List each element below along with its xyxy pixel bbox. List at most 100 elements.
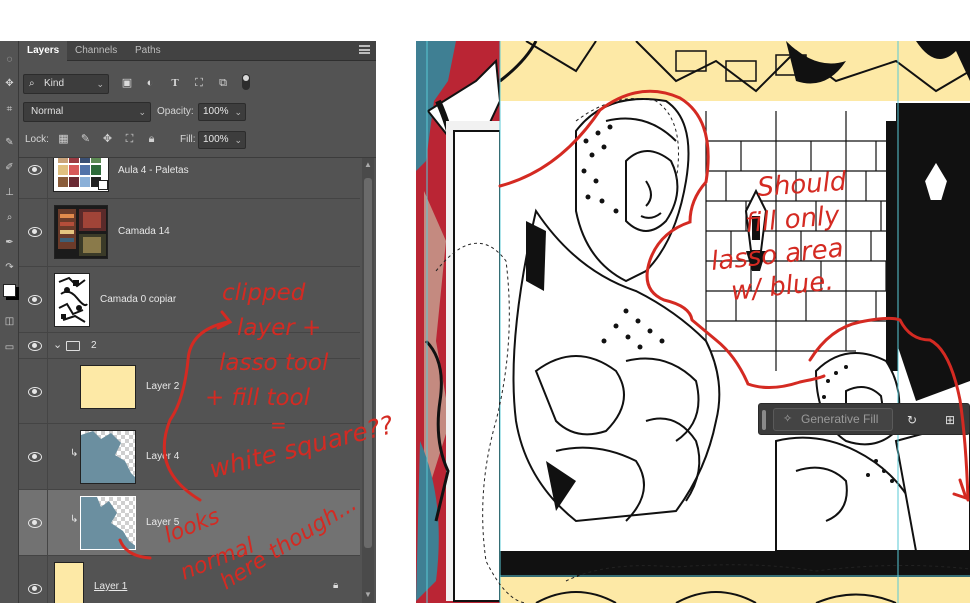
layers-panel: Layers Channels Paths ⌕ Kind ⌄ ▣ ◐ T ⛶ ⧉… (19, 41, 376, 603)
visibility-eye-icon[interactable] (28, 165, 42, 175)
stamp-tool-icon[interactable]: ⊥ (3, 186, 16, 199)
tab-layers[interactable]: Layers (19, 41, 68, 61)
chevron-down-icon: ⌄ (234, 135, 242, 145)
lock-artboard-icon[interactable]: ⛶ (123, 133, 136, 146)
layer-row[interactable]: Layer 2 (19, 359, 360, 424)
top-white-strip (0, 0, 970, 41)
layer-row-selected[interactable]: ↳ Layer 5 (19, 490, 360, 556)
pen-tool-icon[interactable]: ✒ (3, 236, 16, 249)
folder-icon (66, 341, 80, 351)
tab-paths[interactable]: Paths (127, 41, 169, 61)
layer-row[interactable]: ↳ Layer 4 (19, 424, 360, 490)
eye-column-divider (47, 424, 48, 489)
visibility-eye-icon[interactable] (28, 584, 42, 594)
clipping-mask-arrow-icon: ↳ (70, 448, 79, 459)
chevron-down-icon: ⌄ (96, 79, 104, 89)
scrollbar-thumb[interactable] (364, 178, 372, 548)
more-options-icon[interactable]: ⊞ (942, 412, 958, 428)
lock-position-icon[interactable]: ✥ (101, 133, 114, 146)
layer-row[interactable]: Camada 0 copiar (19, 267, 360, 333)
fill-field[interactable]: 100% ⌄ (198, 131, 246, 149)
eye-column-divider (47, 267, 48, 332)
layer-thumbnail (54, 562, 84, 603)
adjustment-filter-icon[interactable]: ◐ (143, 76, 157, 90)
layer-name: 2 (91, 340, 97, 351)
shape-filter-icon[interactable]: ⛶ (192, 76, 206, 90)
panel-menu-icon[interactable] (359, 45, 370, 54)
eyedropper-tool-icon[interactable]: ✎ (3, 136, 16, 149)
lineart-thumbnail-art (57, 276, 89, 326)
refresh-icon[interactable]: ↻ (904, 412, 920, 428)
opacity-value: 100% (203, 106, 229, 117)
lock-pixels-icon[interactable]: ✎ (79, 133, 92, 146)
swap-colors-icon[interactable]: ↷ (3, 261, 16, 274)
eye-column-divider (47, 556, 48, 603)
lasso-tool-icon[interactable]: ◌ (3, 53, 16, 66)
move-tool-icon[interactable]: ✥ (3, 77, 16, 90)
lock-all-icon[interactable]: 🔒︎ (145, 133, 158, 146)
canvas[interactable] (376, 41, 970, 603)
scroll-down-arrow-icon[interactable]: ▼ (364, 590, 372, 599)
search-icon: ⌕ (29, 78, 35, 89)
foreground-color-swatch[interactable] (3, 284, 16, 297)
eye-column-divider (47, 359, 48, 423)
lock-transparency-icon[interactable]: ▦ (57, 133, 70, 146)
layers-list: Aula 4 - Paletas Camada 14 Camada 0 copi… (19, 158, 360, 603)
smart-object-badge-icon (98, 180, 108, 190)
visibility-eye-icon[interactable] (28, 227, 42, 237)
layer-name: Layer 4 (146, 451, 180, 462)
layer-row[interactable]: Layer 1 🔒︎ (19, 556, 360, 603)
brush-tool-icon[interactable]: ✐ (3, 161, 16, 174)
layer-thumbnail (80, 365, 136, 409)
layer-thumbnail (80, 496, 136, 550)
layer-name: Camada 14 (118, 226, 170, 237)
layer-group-row[interactable]: ⌄ 2 (19, 333, 360, 359)
drag-handle[interactable] (762, 410, 766, 430)
zoom-tool-icon[interactable]: ⌕ (3, 211, 16, 224)
layer-name: Layer 2 (146, 381, 180, 392)
generative-fill-label: Generative Fill (801, 412, 879, 426)
visibility-eye-icon[interactable] (28, 295, 42, 305)
generative-fill-button[interactable]: ✧ Generative Fill (773, 408, 893, 431)
chevron-down-icon: ⌄ (138, 107, 146, 117)
layer-name: Camada 0 copiar (100, 294, 177, 305)
visibility-eye-icon[interactable] (28, 518, 42, 528)
layer-name: Layer 5 (146, 517, 180, 528)
filter-toggle[interactable] (242, 74, 250, 90)
pixel-filter-icon[interactable]: ▣ (120, 76, 134, 90)
layer-name: Layer 1 (94, 581, 128, 592)
fill-value: 100% (203, 134, 229, 145)
fill-label: Fill: (180, 134, 196, 145)
panel-tabs: Layers Channels Paths (19, 41, 376, 61)
scroll-up-arrow-icon[interactable]: ▲ (364, 160, 372, 169)
opacity-label: Opacity: (157, 106, 194, 117)
opacity-field[interactable]: 100% ⌄ (198, 103, 246, 121)
visibility-eye-icon[interactable] (28, 387, 42, 397)
layer-row[interactable]: Aula 4 - Paletas (19, 158, 360, 199)
comic-artwork (416, 41, 970, 603)
visibility-eye-icon[interactable] (28, 341, 42, 351)
crop-tool-icon[interactable]: ⌗ (3, 103, 16, 116)
layer-name: Aula 4 - Paletas (118, 165, 189, 176)
layer-thumbnail (80, 430, 136, 484)
blend-mode-select[interactable]: Normal ⌄ (23, 102, 151, 122)
layer-row[interactable]: Camada 14 (19, 199, 360, 267)
layer-thumbnail (54, 205, 108, 259)
eye-column-divider (47, 490, 48, 555)
blue-fill-thumbnail-art (81, 431, 135, 483)
quick-mask-icon[interactable]: ◫ (3, 315, 16, 328)
type-filter-icon[interactable]: T (168, 76, 182, 90)
eye-column-divider (47, 158, 48, 198)
lock-label: Lock: (25, 134, 49, 145)
screen-mode-icon[interactable]: ▭ (3, 341, 16, 354)
chevron-down-icon[interactable]: ⌄ (53, 338, 62, 351)
layer-thumbnail (54, 273, 90, 327)
filter-kind-label: Kind (44, 78, 65, 89)
layers-scrollbar[interactable]: ▲ ▼ (362, 158, 374, 603)
chevron-down-icon: ⌄ (234, 107, 242, 117)
tab-channels[interactable]: Channels (67, 41, 125, 61)
smart-object-filter-icon[interactable]: ⧉ (216, 76, 230, 90)
filter-kind-select[interactable]: ⌕ Kind ⌄ (23, 74, 109, 94)
eye-column-divider (47, 333, 48, 358)
visibility-eye-icon[interactable] (28, 452, 42, 462)
